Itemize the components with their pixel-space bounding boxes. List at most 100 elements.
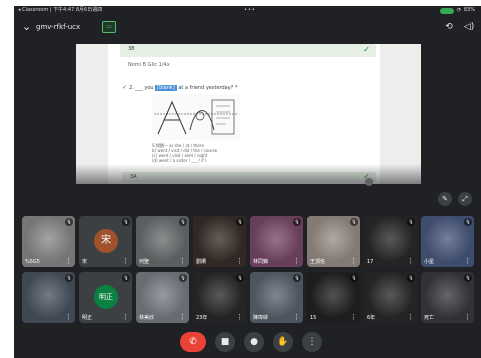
- camera-toggle-button[interactable]: ■: [215, 332, 235, 352]
- participant-tile[interactable]: 🎙 23年 ⋮: [193, 272, 246, 323]
- more-icon[interactable]: ⋮: [293, 314, 300, 321]
- check-icon: ✓: [122, 84, 129, 91]
- meet-screen: ◂ Classroom | 下午4:47 8月6日週四 ••• ◔ 83% ⌄ …: [14, 6, 481, 358]
- end-call-button[interactable]: ✆: [180, 332, 206, 352]
- check-icon: ✓: [363, 45, 370, 54]
- participant-name: 林美欣: [139, 315, 155, 321]
- more-options-button[interactable]: ⋮: [302, 332, 322, 352]
- mic-off-icon: 🎙: [122, 274, 130, 282]
- mic-off-icon: 🎙: [65, 218, 73, 226]
- more-icon[interactable]: ⋮: [236, 314, 243, 321]
- mic-icon: ●: [250, 337, 258, 347]
- chevron-down-icon[interactable]: ⌄: [22, 21, 31, 33]
- more-icon[interactable]: ⋮: [350, 314, 357, 321]
- participant-name: 小星: [424, 259, 435, 265]
- participant-name: %5G5: [25, 259, 40, 265]
- q2-suffix: at a friend yesterday? *: [178, 85, 238, 91]
- participant-name: 23年: [196, 315, 208, 321]
- more-icon[interactable]: ⋮: [179, 314, 186, 321]
- phone-icon: ✆: [189, 337, 197, 347]
- status-right: ◔ 83%: [439, 6, 475, 15]
- shared-screen: 3B ✓ Nomi B Glic 1/4x ✓ 2. ___ you [blan…: [76, 44, 421, 184]
- participant-name: 王頂信: [310, 259, 326, 265]
- participant-name: 劉姍: [196, 259, 207, 265]
- meeting-code[interactable]: gmv-rfkf-ucx: [36, 23, 80, 31]
- q1-label: 3B: [128, 46, 135, 52]
- present-screen-icon[interactable]: ▭: [102, 21, 116, 33]
- participant-tile[interactable]: 🎙 6年 ⋮: [364, 272, 417, 323]
- participant-tile[interactable]: 🎙 17 ⋮: [364, 216, 417, 267]
- more-icon[interactable]: ⋮: [407, 314, 414, 321]
- more-icon[interactable]: ⋮: [65, 258, 72, 265]
- more-icon[interactable]: ⋮: [65, 314, 72, 321]
- wifi-icon: ◔: [456, 7, 461, 13]
- participant-tile[interactable]: 🎙 陳瑋緯 ⋮: [250, 272, 303, 323]
- q1-note: Nomi B Glic 1/4x: [128, 62, 170, 68]
- mic-off-icon: 🎙: [236, 274, 244, 282]
- participant-name: 6年: [367, 315, 376, 321]
- more-icon[interactable]: ⋮: [464, 314, 471, 321]
- answer-options: S:問題一 a) she / at / there b) went / visi…: [152, 143, 217, 163]
- question-2-title: ✓ 2. ___ you [blank] at a friend yesterd…: [122, 84, 237, 91]
- avatar: 明正: [94, 285, 118, 309]
- participant-tile[interactable]: 🎙 小星 ⋮: [421, 216, 474, 267]
- mic-off-icon: 🎙: [293, 218, 301, 226]
- mic-off-icon: 🎙: [122, 218, 130, 226]
- more-icon[interactable]: ⋮: [122, 314, 129, 321]
- mic-off-icon: 🎙: [293, 274, 301, 282]
- participant-tile[interactable]: 🎙 ⋮: [22, 272, 75, 323]
- participant-tile[interactable]: 🎙 林美欣 ⋮: [136, 272, 189, 323]
- camera-switch-icon[interactable]: ⟲: [442, 21, 456, 33]
- battery-percent: 83%: [463, 7, 475, 13]
- mic-off-icon: 🎙: [464, 218, 472, 226]
- mic-off-icon: 🎙: [179, 274, 187, 282]
- participant-tile[interactable]: 🎙 王頂信 ⋮: [307, 216, 360, 267]
- more-icon[interactable]: ⋮: [293, 258, 300, 265]
- participant-tile[interactable]: 🎙 死亡 ⋮: [421, 272, 474, 323]
- question-illustration: [152, 94, 240, 140]
- participant-name: 死亡: [424, 315, 435, 321]
- more-icon[interactable]: ⋮: [350, 258, 357, 265]
- mic-off-icon: 🎙: [407, 274, 415, 282]
- participant-tile[interactable]: 🎙 15 ⋮: [307, 272, 360, 323]
- participant-tile[interactable]: 明正 🎙 明正 ⋮: [79, 272, 132, 323]
- mic-off-icon: 🎙: [464, 274, 472, 282]
- participant-name: 林同錦: [253, 259, 269, 265]
- status-center-dots: •••: [244, 7, 256, 13]
- participant-name: 宋: [82, 259, 88, 265]
- mic-active-indicator: [439, 7, 454, 14]
- more-icon[interactable]: ⋮: [464, 258, 471, 265]
- participant-name: 15: [310, 315, 317, 321]
- participant-name: 陳瑋緯: [253, 315, 269, 321]
- participant-tile[interactable]: 🎙 %5G5 ⋮: [22, 216, 75, 267]
- more-icon[interactable]: ⋮: [179, 258, 186, 265]
- participant-tile[interactable]: 🎙 劉姍 ⋮: [193, 216, 246, 267]
- hand-icon: ✋: [277, 337, 289, 347]
- status-bar: ◂ Classroom | 下午4:47 8月6日週四 ••• ◔ 83%: [14, 6, 481, 15]
- q2-highlight: [blank]: [155, 85, 177, 91]
- more-icon[interactable]: ⋮: [122, 258, 129, 265]
- layout-icon[interactable]: ⤢: [458, 192, 472, 206]
- form-document: 3B ✓ Nomi B Glic 1/4x ✓ 2. ___ you [blan…: [108, 44, 380, 184]
- avatar: 宋: [94, 229, 118, 253]
- q2-prefix: 2. ___ you: [128, 85, 154, 91]
- screenshot-stage: ◂ Classroom | 下午4:47 8月6日週四 ••• ◔ 83% ⌄ …: [0, 0, 481, 358]
- camera-icon: ■: [220, 337, 230, 347]
- participant-name: 明正: [82, 315, 93, 321]
- mic-off-icon: 🎙: [236, 218, 244, 226]
- speaker-icon[interactable]: ◁): [462, 21, 476, 33]
- mic-toggle-button[interactable]: ●: [244, 332, 264, 352]
- participant-tile[interactable]: 🎙 林同錦 ⋮: [250, 216, 303, 267]
- participant-tile[interactable]: 宋 🎙 宋 ⋮: [79, 216, 132, 267]
- pin-icon[interactable]: ✎: [438, 192, 452, 206]
- more-icon[interactable]: ⋮: [236, 258, 243, 265]
- participant-tile[interactable]: 🎙 何聖 ⋮: [136, 216, 189, 267]
- answer-option: (d) went / a sister / ___ / if I: [152, 158, 207, 163]
- more-icon[interactable]: ⋮: [407, 258, 414, 265]
- mic-off-icon: 🎙: [65, 274, 73, 282]
- top-bar: ⌄ gmv-rfkf-ucx ▭ ⟲ ◁): [14, 16, 481, 40]
- question-1-answer: 3B ✓: [120, 44, 376, 57]
- raise-hand-button[interactable]: ✋: [273, 332, 293, 352]
- share-indicator-dot: [365, 178, 373, 186]
- participant-name: 17: [367, 259, 374, 265]
